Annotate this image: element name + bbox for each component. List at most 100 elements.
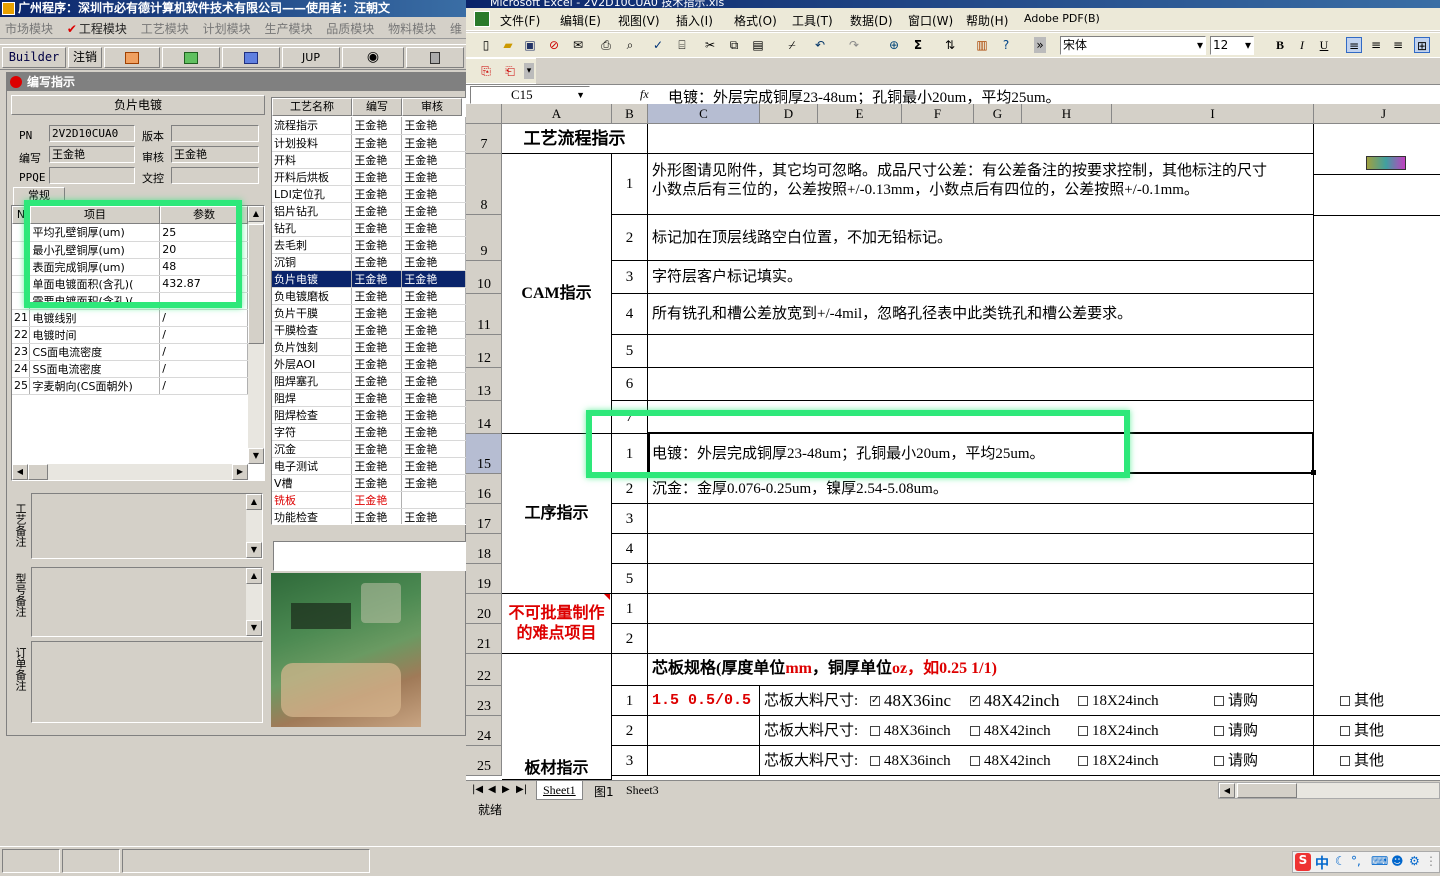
ime-toolbar[interactable]: S 中 ☾ °, ⌨ ☻ ⚙ ⋮ <box>1292 851 1440 873</box>
checkbox-icon[interactable] <box>1340 755 1350 766</box>
core-row-number[interactable]: 1 <box>612 686 648 716</box>
checkbox-icon[interactable] <box>1214 725 1224 736</box>
process-row[interactable]: 铝片钻孔 王金艳 王金艳 <box>272 202 466 220</box>
checkbox-icon[interactable] <box>870 755 880 766</box>
scroll-left-icon[interactable]: ◀ <box>12 464 28 480</box>
checkbox-icon[interactable] <box>1078 695 1088 706</box>
builder-button[interactable]: Builder <box>2 47 66 68</box>
fx-icon[interactable]: fx <box>640 87 649 102</box>
user-icon[interactable]: ☻ <box>1391 854 1404 868</box>
option-other[interactable]: 其他 <box>1314 716 1440 746</box>
core-spec-value[interactable] <box>648 746 760 776</box>
option-18x24[interactable]: 18X24inch <box>1078 716 1159 745</box>
jup-button[interactable]: JUP <box>282 47 340 68</box>
cam-item-number[interactable]: 2 <box>612 215 648 261</box>
writer-field[interactable]: 王金艳 <box>49 146 135 163</box>
print-icon[interactable]: ⎙ <box>598 37 614 53</box>
cam-item-number[interactable]: 1 <box>612 154 648 215</box>
font-name-select[interactable]: 宋体 ▾ <box>1060 36 1206 55</box>
process-row[interactable]: 计划投料 王金艳 王金艳 <box>272 134 466 152</box>
params-row[interactable]: 需要电镀面积(含孔)( <box>12 292 248 310</box>
checkbox-icon[interactable] <box>1078 755 1088 766</box>
excel-export-button[interactable] <box>162 47 220 68</box>
option-48x36[interactable]: ✓ 48X36inc <box>870 686 951 715</box>
process-row[interactable]: LDI定位孔 王金艳 王金艳 <box>272 185 466 203</box>
cam-item-text[interactable] <box>648 335 1314 368</box>
sort-icon[interactable]: ⇅ <box>942 37 958 53</box>
process-row[interactable]: 开料 王金艳 王金艳 <box>272 151 466 169</box>
column-header-c[interactable]: C <box>648 104 760 124</box>
menu-tools[interactable]: 工具(T) <box>792 12 833 29</box>
process-row[interactable]: 铣板 王金艳 <box>272 491 466 509</box>
grip-icon[interactable]: ⋮ <box>1425 854 1437 868</box>
checkbox-icon[interactable] <box>870 725 880 736</box>
option-48x42[interactable]: ✓ 48X42inch <box>970 686 1060 715</box>
settings-icon[interactable]: ⚙ <box>1409 854 1420 868</box>
process-row[interactable]: 电子测试 王金艳 王金艳 <box>272 457 466 475</box>
module-material[interactable]: 物料模块 <box>383 17 441 38</box>
procedure-item-number[interactable]: 1 <box>612 434 648 474</box>
row-header[interactable]: 14 <box>466 401 502 434</box>
params-scrollbar[interactable]: ▲ ▼ <box>248 206 264 464</box>
cam-item-number[interactable]: 6 <box>612 368 648 401</box>
core-spec-value[interactable] <box>648 716 760 746</box>
scroll-up-icon[interactable]: ▲ <box>248 206 264 222</box>
module-production[interactable]: 生产模块 <box>259 17 317 38</box>
procedure-item-number[interactable]: 3 <box>612 504 648 534</box>
core-row-number[interactable]: 3 <box>612 746 648 776</box>
procedure-item-number[interactable]: 4 <box>612 534 648 564</box>
scroll-right-icon[interactable]: ▶ <box>232 464 248 480</box>
params-row[interactable]: 23 CS面电流密度 / <box>12 343 248 361</box>
column-header-d[interactable]: D <box>760 104 818 124</box>
align-left-icon[interactable]: ≡ <box>1346 37 1362 53</box>
module-quality[interactable]: 品质模块 <box>321 17 379 38</box>
option-other[interactable]: 其他 <box>1314 746 1440 776</box>
row-header[interactable]: 8 <box>466 154 502 215</box>
menu-file[interactable]: 文件(F) <box>500 12 540 29</box>
scroll-up-icon[interactable]: ▲ <box>246 568 262 584</box>
option-purchase[interactable]: 请购 <box>1214 716 1258 745</box>
paste-icon[interactable]: ▤ <box>750 37 766 53</box>
column-header-i[interactable]: I <box>1112 104 1314 124</box>
process-row[interactable]: 沉铜 王金艳 王金艳 <box>272 253 466 271</box>
save-icon[interactable]: ▣ <box>522 37 538 53</box>
params-value[interactable]: 25 <box>159 224 248 242</box>
view-button[interactable]: ◉ <box>342 47 404 68</box>
module-engineering[interactable]: ✔ 工程模块 <box>62 17 132 38</box>
process-row[interactable]: 负电镀磨板 王金艳 王金艳 <box>272 287 466 305</box>
toolbar-options-icon[interactable]: ▾ <box>524 63 534 79</box>
params-value[interactable]: / <box>159 377 248 395</box>
row-header[interactable]: 10 <box>466 261 502 294</box>
align-center-icon[interactable]: ≡ <box>1368 37 1384 53</box>
process-row[interactable]: 外层AOI 王金艳 王金艳 <box>272 355 466 373</box>
option-48x42[interactable]: 48X42inch <box>970 716 1051 745</box>
process-row[interactable]: V槽 王金艳 王金艳 <box>272 474 466 492</box>
params-value[interactable]: / <box>159 309 248 327</box>
format-painter-icon[interactable]: ⌿ <box>784 37 800 53</box>
row-header[interactable]: 18 <box>466 534 502 564</box>
scroll-down-icon[interactable]: ▼ <box>246 542 262 558</box>
procedure-item-text[interactable]: 沉金：金厚0.076-0.25um，镍厚2.54-5.08um。 <box>648 474 1314 504</box>
process-row[interactable]: 阻焊 王金艳 王金艳 <box>272 389 466 407</box>
checkbox-icon[interactable]: ✓ <box>870 696 880 707</box>
checkbox-icon[interactable] <box>970 725 980 736</box>
moon-icon[interactable]: ☾ <box>1335 854 1346 868</box>
scroll-up-icon[interactable]: ▲ <box>246 494 262 510</box>
process-search-field[interactable] <box>273 541 467 571</box>
params-row[interactable]: 平均孔壁铜厚(um) 25 <box>12 224 248 242</box>
section-material[interactable]: 板材指示 <box>502 654 612 780</box>
params-value[interactable]: 20 <box>159 241 248 259</box>
cam-item-text[interactable]: 字符层客户标记填实。 <box>648 261 1314 294</box>
scroll-thumb[interactable] <box>248 224 264 344</box>
underline-icon[interactable]: U <box>1316 37 1332 53</box>
procedure-item-text[interactable] <box>648 564 1314 594</box>
permission-icon[interactable]: ⊘ <box>546 37 562 53</box>
pn-field[interactable]: 2V2D10CUA0 <box>49 125 135 142</box>
procedure-item-text[interactable] <box>648 534 1314 564</box>
params-row[interactable]: 21 电镀线别 / <box>12 309 248 327</box>
column-header-e[interactable]: E <box>818 104 902 124</box>
process-row[interactable]: 功能检查 王金艳 王金艳 <box>272 508 466 524</box>
row-header[interactable]: 25 <box>466 746 502 776</box>
select-all-corner[interactable] <box>466 104 502 124</box>
autosum-icon[interactable]: Σ <box>910 37 926 53</box>
